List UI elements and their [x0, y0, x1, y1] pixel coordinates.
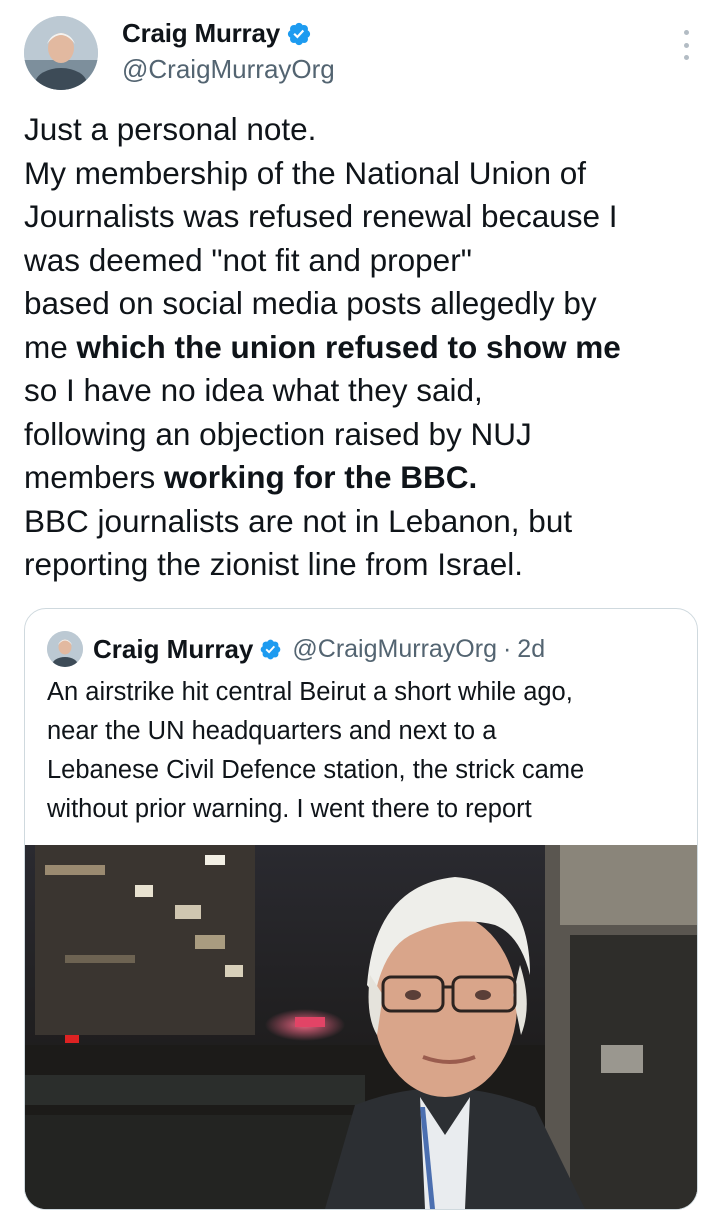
quoted-line: near the UN headquarters and next to a [47, 717, 497, 745]
tweet-line: members working for the BBC. [24, 456, 704, 500]
quoted-tweet-card[interactable]: Craig Murray @CraigMurrayOrg · 2d An air… [24, 608, 698, 1210]
quoted-author-avatar [47, 631, 83, 667]
tweet-line: so I have no idea what they said, [24, 372, 483, 408]
tweet-line-bold: which the union refused to show me [76, 328, 621, 365]
tweet-line: was deemed "not fit and proper" [24, 241, 472, 278]
quoted-line: Lebanese Civil Defence station, the stri… [47, 756, 585, 784]
quoted-line: An airstrike hit central Beirut a short … [47, 678, 573, 706]
tweet-header: Craig Murray @CraigMurrayOrg [0, 0, 720, 110]
tweet-line: based on social media posts allegedly by [24, 285, 597, 321]
tweet-line: reporting the zionist line from Israel. [24, 546, 523, 582]
tweet-text: Just a personal note. My membership of t… [24, 108, 704, 587]
author-name[interactable]: Craig Murray [122, 18, 280, 49]
verified-badge-icon [287, 22, 311, 45]
more-dot [683, 30, 689, 35]
more-options-icon[interactable] [682, 30, 690, 60]
tweet-line: My membership of the National Union of [24, 154, 587, 191]
quoted-tweet-text: An airstrike hit central Beirut a short … [47, 673, 687, 829]
more-dot [683, 42, 689, 48]
quoted-author-handle: @CraigMurrayOrg [292, 634, 497, 663]
tweet-line-segment: me [24, 328, 77, 365]
tweet-line-bold: working for the BBC. [164, 459, 478, 495]
separator-dot: · [502, 634, 512, 663]
quoted-author-name: Craig Murray [93, 633, 254, 664]
quoted-timestamp: 2d [517, 634, 546, 663]
video-thumbnail[interactable] [25, 845, 697, 1209]
more-dot [683, 55, 689, 60]
tweet-line: BBC journalists are not in Lebanon, but [24, 502, 573, 539]
author-name-row: Craig Murray [122, 18, 312, 49]
quoted-line: without prior warning. I went there to r… [47, 795, 532, 823]
author-handle[interactable]: @CraigMurrayOrg [122, 54, 335, 85]
verified-badge-icon [261, 639, 281, 659]
author-avatar[interactable] [24, 16, 98, 90]
tweet-line: me which the union refused to show me [24, 326, 704, 370]
tweet-line: following an objection raised by NUJ [24, 415, 532, 452]
tweet-line: Just a personal note. [24, 111, 317, 147]
tweet-line: Journalists was refused renewal because … [24, 198, 618, 234]
quoted-tweet-header: Craig Murray @CraigMurrayOrg · 2d [47, 631, 545, 667]
tweet-line-segment: members [24, 459, 165, 495]
